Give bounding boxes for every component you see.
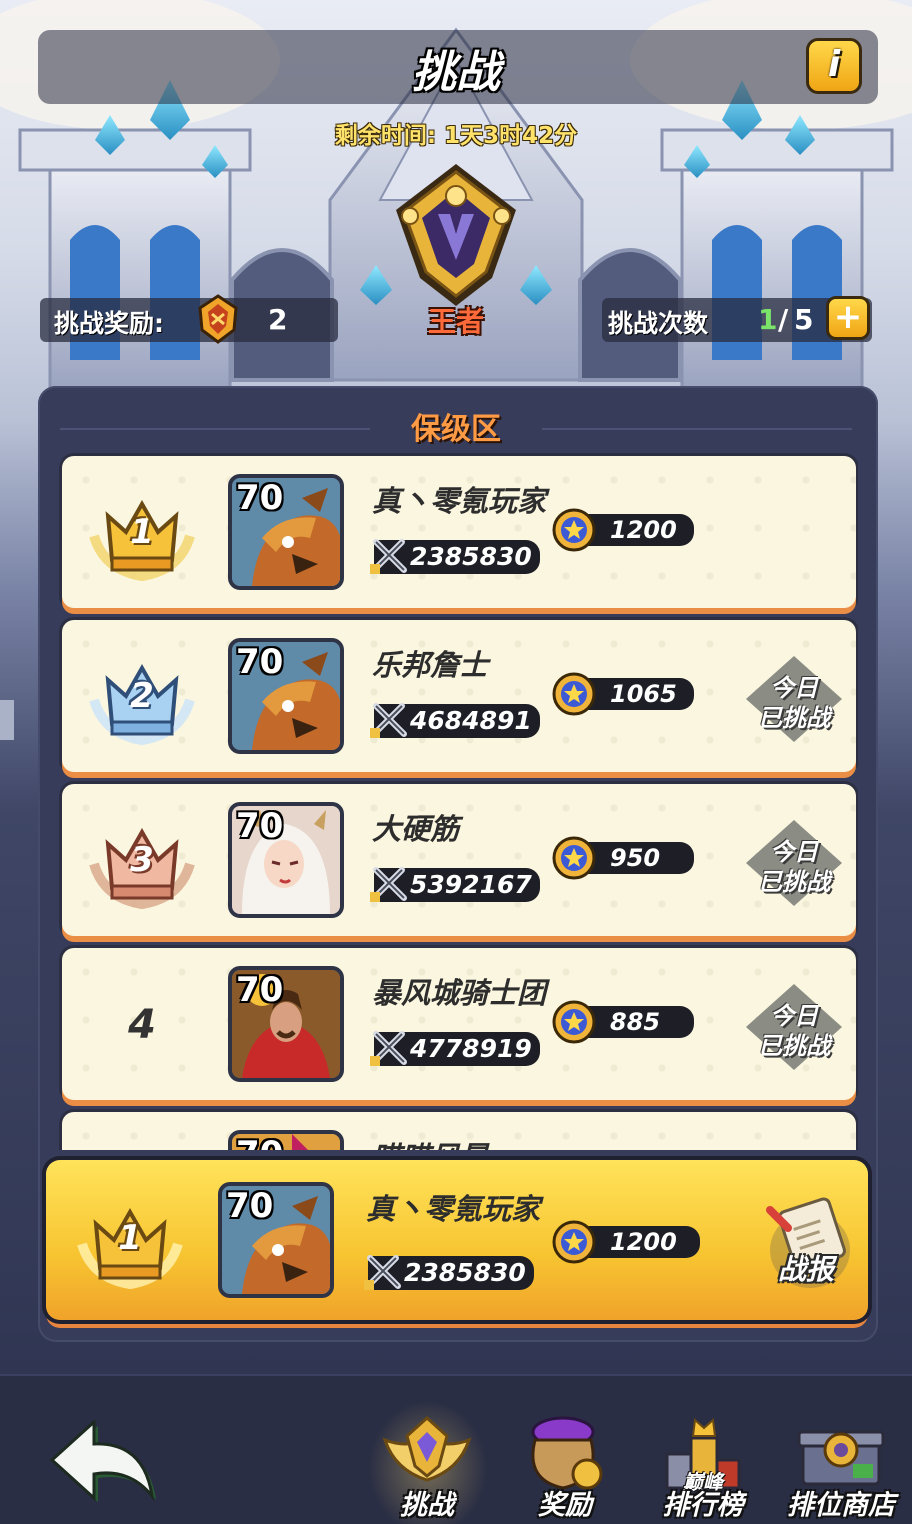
hero-avatar[interactable]: 70	[228, 802, 344, 918]
info-button[interactable]: i	[806, 38, 862, 94]
my-power-badge: 2385830	[364, 1255, 534, 1290]
challenged-line2: 已挑战	[758, 868, 830, 896]
power-value: 2385830	[410, 542, 532, 571]
nav-label-challenge: 挑战	[400, 1490, 454, 1521]
rank-number: 1	[130, 512, 154, 552]
rank-shop-icon	[797, 1430, 885, 1486]
hero-level: 70	[236, 642, 284, 682]
opponent-row[interactable]: 70 喵喵风暴	[62, 1112, 856, 1150]
hero-level: 70	[236, 478, 284, 518]
zone-title: 保级区	[411, 412, 501, 447]
opponent-row[interactable]: 2 70 乐邦詹士 4684891 1065 今日 已挑战	[62, 620, 856, 772]
star-medal-icon	[552, 1220, 596, 1264]
power-value: 5392167	[410, 870, 532, 899]
hero-avatar[interactable]: 70	[228, 966, 344, 1082]
my-score-value: 1200	[610, 1228, 677, 1256]
star-medal-icon	[552, 672, 596, 716]
rank-number: 2	[130, 676, 154, 716]
opponent-row[interactable]: 1 70 真丶零氪玩家 2385830 1200	[62, 456, 856, 608]
reward-label: 挑战奖励:	[54, 309, 164, 338]
score-badge: 1200	[552, 508, 694, 552]
opponent-row[interactable]: 3 70 大硬筋 5392167 950 今日 已挑战	[62, 784, 856, 936]
challenged-line2: 已挑战	[758, 1032, 830, 1060]
nav-label-reward: 奖励	[538, 1490, 592, 1521]
challenged-today-badge: 今日 已挑战	[742, 654, 846, 744]
score-value: 1200	[610, 516, 677, 544]
challenged-today-badge: 今日 已挑战	[742, 818, 846, 908]
challenge-reward-pill: 挑战奖励: 2	[40, 294, 338, 344]
player-name: 暴风城骑士团	[372, 976, 547, 1010]
hero-avatar[interactable]: 70	[228, 474, 344, 590]
attempts-total: 5	[794, 303, 814, 336]
attempts-separator: /	[778, 303, 789, 336]
my-player-name: 真丶零氪玩家	[366, 1192, 541, 1226]
score-value: 950	[610, 844, 661, 872]
king-rank-emblem-icon	[396, 164, 516, 306]
my-hero-avatar[interactable]: 70	[218, 1182, 334, 1298]
power-badge: 2385830	[370, 539, 540, 574]
attempts-used: 1	[758, 303, 778, 336]
rank-number: 4	[128, 1002, 156, 1048]
player-name: 真丶零氪玩家	[372, 484, 547, 518]
page-title: 挑战	[412, 47, 500, 98]
score-badge: 950	[552, 836, 694, 880]
score-badge: 885	[552, 1000, 694, 1044]
nav-tab-leaderboard[interactable]: 巅峰 排行榜	[638, 1410, 768, 1524]
star-medal-icon	[552, 508, 596, 552]
power-badge: 5392167	[370, 867, 540, 902]
challenge-crest-icon	[382, 1415, 472, 1482]
nav-tab-challenge[interactable]: 挑战	[362, 1410, 492, 1524]
player-name: 大硬筋	[372, 812, 460, 846]
star-medal-icon	[552, 836, 596, 880]
add-attempts-button[interactable]: +	[826, 296, 870, 340]
player-name: 乐邦詹士	[372, 648, 489, 682]
nav-label-leaderboard: 排行榜	[662, 1490, 744, 1521]
hero-level: 70	[236, 970, 284, 1010]
crossed-swords-icon	[370, 867, 407, 902]
hero-level: 70	[236, 806, 284, 846]
attempts-label: 挑战次数	[608, 309, 709, 338]
score-value: 885	[610, 1008, 661, 1036]
back-arrow-icon[interactable]	[48, 1420, 164, 1510]
my-rank-row: 1 70 真丶零氪玩家 2385830 1200 战报	[46, 1160, 868, 1320]
opponent-row[interactable]: 4 70 暴风城骑士团 4778919 885 今日 已挑战	[62, 948, 856, 1100]
power-badge: 4778919	[370, 1031, 540, 1066]
hero-avatar[interactable]: 70	[228, 638, 344, 754]
score-value: 1065	[610, 680, 677, 708]
rank-number: 3	[130, 840, 154, 880]
my-rank-number: 1	[118, 1218, 142, 1258]
my-power-value: 2385830	[404, 1258, 526, 1287]
nav-tab-rank-shop[interactable]: 排位商店	[776, 1410, 906, 1524]
hero-avatar[interactable]: 70	[228, 1130, 344, 1150]
nav-tab-reward[interactable]: 奖励	[500, 1410, 630, 1524]
power-value: 4684891	[410, 706, 532, 735]
nav-label-rank-shop: 排位商店	[787, 1490, 895, 1521]
opponent-list[interactable]: 1 70 真丶零氪玩家 2385830 1200 2 70 乐邦詹士 46848…	[58, 450, 858, 1150]
score-badge: 1065	[552, 672, 694, 716]
star-medal-icon	[552, 1000, 596, 1044]
crossed-swords-icon	[364, 1255, 401, 1290]
my-hero-level: 70	[226, 1186, 274, 1226]
player-name: 喵喵风暴	[372, 1134, 488, 1150]
reward-bag-icon	[531, 1416, 603, 1490]
reward-token-icon	[198, 294, 238, 344]
reward-value: 2	[268, 303, 288, 336]
my-score-badge: 1200	[552, 1220, 700, 1264]
remaining-time: 剩余时间: 1天3时42分	[334, 123, 578, 149]
challenged-line2: 已挑战	[758, 704, 830, 732]
crossed-swords-icon	[370, 539, 407, 574]
crossed-swords-icon	[370, 703, 407, 738]
battle-report-label[interactable]: 战报	[758, 1248, 854, 1288]
power-badge: 4684891	[370, 703, 540, 738]
hero-level: 70	[236, 1134, 283, 1150]
crossed-swords-icon	[370, 1031, 407, 1066]
power-value: 4778919	[410, 1034, 532, 1063]
challenged-today-badge: 今日 已挑战	[742, 982, 846, 1072]
